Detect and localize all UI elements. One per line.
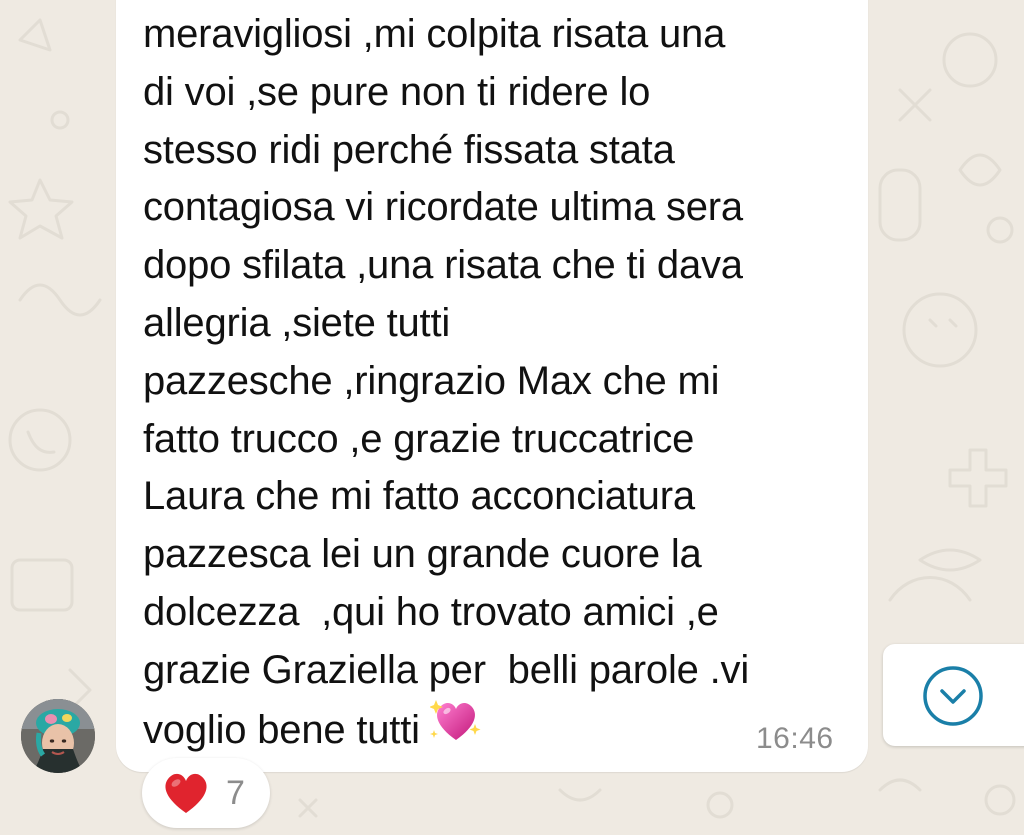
avatar-image [21,699,95,773]
message-timestamp: 16:46 [756,722,834,755]
message-line: dolcezza ,qui ho trovato amici ,e [143,589,719,634]
message-line: allegria ,siete tutti [143,300,451,345]
chevron-down-icon [923,666,983,726]
message-line-last: voglio bene tutti [143,699,843,758]
message-line: stesso ridi perché fissata stata [143,127,675,172]
message-line-text: voglio bene tutti [143,707,420,752]
message-line: meravigliosi ,mi colpita risata una [143,12,726,56]
message-line: Laura che mi fatto acconciatura [143,474,695,519]
sparkling-heart-icon [428,696,482,761]
red-heart-icon [162,771,210,815]
message-line: grazie Graziella per belli parole .vi [143,647,750,692]
message-line: dopo sfilata ,una risata che ti dava [143,243,743,288]
scroll-to-bottom-button[interactable] [883,644,1024,746]
message-text: meravigliosi ,mi colpita risata una di v… [143,6,843,757]
reaction-count: 7 [226,773,245,812]
sender-avatar[interactable] [21,699,95,773]
message-line: contagiosa vi ricordate ultima sera [143,185,743,230]
message-line: fatto trucco ,e grazie truccatrice [143,416,695,461]
reaction-pill[interactable]: 7 [142,758,270,828]
message-line: pazzesca lei un grande cuore la [143,532,702,577]
message-line: di voi ,se pure non ti ridere lo [143,69,651,114]
message-line: pazzesche ,ringrazio Max che mi [143,358,720,403]
